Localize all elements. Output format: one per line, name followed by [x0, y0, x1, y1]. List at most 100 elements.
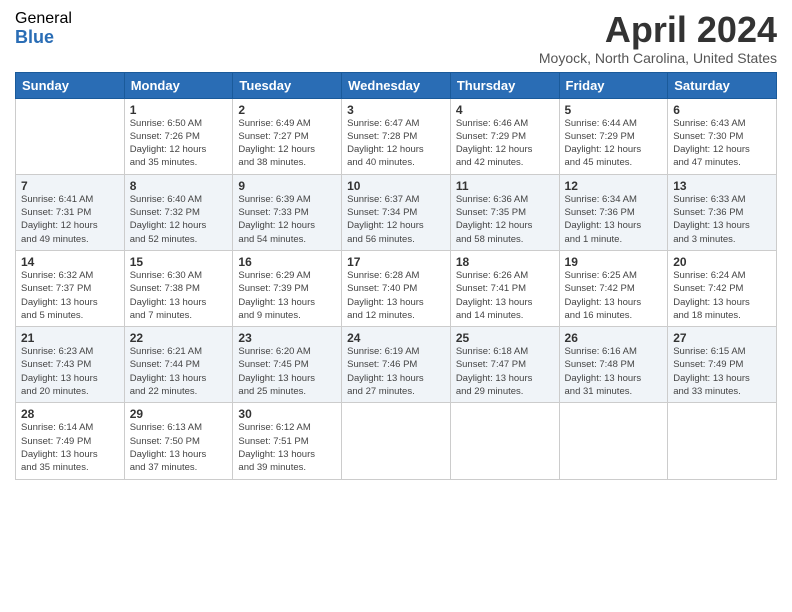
day-number: 25	[456, 331, 554, 345]
calendar-cell: 8Sunrise: 6:40 AM Sunset: 7:32 PM Daylig…	[124, 174, 233, 250]
calendar-cell: 27Sunrise: 6:15 AM Sunset: 7:49 PM Dayli…	[668, 327, 777, 403]
day-info: Sunrise: 6:47 AM Sunset: 7:28 PM Dayligh…	[347, 117, 445, 170]
calendar-cell: 17Sunrise: 6:28 AM Sunset: 7:40 PM Dayli…	[342, 250, 451, 326]
day-number: 5	[565, 103, 663, 117]
day-number: 12	[565, 179, 663, 193]
calendar-cell	[559, 403, 668, 479]
calendar-cell: 12Sunrise: 6:34 AM Sunset: 7:36 PM Dayli…	[559, 174, 668, 250]
day-number: 3	[347, 103, 445, 117]
calendar-cell: 11Sunrise: 6:36 AM Sunset: 7:35 PM Dayli…	[450, 174, 559, 250]
calendar-cell: 26Sunrise: 6:16 AM Sunset: 7:48 PM Dayli…	[559, 327, 668, 403]
day-number: 10	[347, 179, 445, 193]
day-info: Sunrise: 6:26 AM Sunset: 7:41 PM Dayligh…	[456, 269, 554, 322]
calendar-cell: 19Sunrise: 6:25 AM Sunset: 7:42 PM Dayli…	[559, 250, 668, 326]
day-info: Sunrise: 6:19 AM Sunset: 7:46 PM Dayligh…	[347, 345, 445, 398]
day-info: Sunrise: 6:29 AM Sunset: 7:39 PM Dayligh…	[238, 269, 336, 322]
day-number: 2	[238, 103, 336, 117]
calendar-week-3: 14Sunrise: 6:32 AM Sunset: 7:37 PM Dayli…	[16, 250, 777, 326]
day-number: 18	[456, 255, 554, 269]
calendar-cell	[342, 403, 451, 479]
day-number: 28	[21, 407, 119, 421]
day-info: Sunrise: 6:18 AM Sunset: 7:47 PM Dayligh…	[456, 345, 554, 398]
day-info: Sunrise: 6:36 AM Sunset: 7:35 PM Dayligh…	[456, 193, 554, 246]
calendar-cell: 6Sunrise: 6:43 AM Sunset: 7:30 PM Daylig…	[668, 98, 777, 174]
col-monday: Monday	[124, 72, 233, 98]
calendar-cell: 10Sunrise: 6:37 AM Sunset: 7:34 PM Dayli…	[342, 174, 451, 250]
calendar-cell: 25Sunrise: 6:18 AM Sunset: 7:47 PM Dayli…	[450, 327, 559, 403]
calendar-table: Sunday Monday Tuesday Wednesday Thursday…	[15, 72, 777, 480]
day-number: 26	[565, 331, 663, 345]
calendar-cell: 29Sunrise: 6:13 AM Sunset: 7:50 PM Dayli…	[124, 403, 233, 479]
header: General Blue April 2024 Moyock, North Ca…	[15, 10, 777, 66]
calendar-cell: 20Sunrise: 6:24 AM Sunset: 7:42 PM Dayli…	[668, 250, 777, 326]
day-info: Sunrise: 6:49 AM Sunset: 7:27 PM Dayligh…	[238, 117, 336, 170]
calendar-cell	[450, 403, 559, 479]
calendar-week-1: 1Sunrise: 6:50 AM Sunset: 7:26 PM Daylig…	[16, 98, 777, 174]
calendar-cell: 30Sunrise: 6:12 AM Sunset: 7:51 PM Dayli…	[233, 403, 342, 479]
day-number: 14	[21, 255, 119, 269]
calendar-cell: 4Sunrise: 6:46 AM Sunset: 7:29 PM Daylig…	[450, 98, 559, 174]
calendar-cell: 7Sunrise: 6:41 AM Sunset: 7:31 PM Daylig…	[16, 174, 125, 250]
calendar-cell: 2Sunrise: 6:49 AM Sunset: 7:27 PM Daylig…	[233, 98, 342, 174]
day-info: Sunrise: 6:25 AM Sunset: 7:42 PM Dayligh…	[565, 269, 663, 322]
day-info: Sunrise: 6:44 AM Sunset: 7:29 PM Dayligh…	[565, 117, 663, 170]
logo: General Blue	[15, 10, 72, 47]
day-number: 4	[456, 103, 554, 117]
day-number: 19	[565, 255, 663, 269]
day-info: Sunrise: 6:24 AM Sunset: 7:42 PM Dayligh…	[673, 269, 771, 322]
day-number: 15	[130, 255, 228, 269]
day-info: Sunrise: 6:23 AM Sunset: 7:43 PM Dayligh…	[21, 345, 119, 398]
col-tuesday: Tuesday	[233, 72, 342, 98]
calendar-cell: 15Sunrise: 6:30 AM Sunset: 7:38 PM Dayli…	[124, 250, 233, 326]
day-info: Sunrise: 6:16 AM Sunset: 7:48 PM Dayligh…	[565, 345, 663, 398]
day-number: 24	[347, 331, 445, 345]
day-number: 9	[238, 179, 336, 193]
day-number: 7	[21, 179, 119, 193]
calendar-cell: 28Sunrise: 6:14 AM Sunset: 7:49 PM Dayli…	[16, 403, 125, 479]
logo-blue: Blue	[15, 28, 72, 48]
day-info: Sunrise: 6:32 AM Sunset: 7:37 PM Dayligh…	[21, 269, 119, 322]
day-info: Sunrise: 6:12 AM Sunset: 7:51 PM Dayligh…	[238, 421, 336, 474]
day-info: Sunrise: 6:21 AM Sunset: 7:44 PM Dayligh…	[130, 345, 228, 398]
calendar-cell: 3Sunrise: 6:47 AM Sunset: 7:28 PM Daylig…	[342, 98, 451, 174]
day-number: 20	[673, 255, 771, 269]
day-info: Sunrise: 6:37 AM Sunset: 7:34 PM Dayligh…	[347, 193, 445, 246]
day-number: 8	[130, 179, 228, 193]
day-info: Sunrise: 6:43 AM Sunset: 7:30 PM Dayligh…	[673, 117, 771, 170]
day-info: Sunrise: 6:30 AM Sunset: 7:38 PM Dayligh…	[130, 269, 228, 322]
calendar-cell: 13Sunrise: 6:33 AM Sunset: 7:36 PM Dayli…	[668, 174, 777, 250]
col-saturday: Saturday	[668, 72, 777, 98]
day-number: 29	[130, 407, 228, 421]
day-info: Sunrise: 6:28 AM Sunset: 7:40 PM Dayligh…	[347, 269, 445, 322]
day-info: Sunrise: 6:15 AM Sunset: 7:49 PM Dayligh…	[673, 345, 771, 398]
day-info: Sunrise: 6:50 AM Sunset: 7:26 PM Dayligh…	[130, 117, 228, 170]
calendar-week-2: 7Sunrise: 6:41 AM Sunset: 7:31 PM Daylig…	[16, 174, 777, 250]
col-wednesday: Wednesday	[342, 72, 451, 98]
day-number: 13	[673, 179, 771, 193]
day-number: 17	[347, 255, 445, 269]
day-number: 22	[130, 331, 228, 345]
calendar-cell: 5Sunrise: 6:44 AM Sunset: 7:29 PM Daylig…	[559, 98, 668, 174]
location: Moyock, North Carolina, United States	[539, 50, 777, 66]
calendar-cell: 9Sunrise: 6:39 AM Sunset: 7:33 PM Daylig…	[233, 174, 342, 250]
day-info: Sunrise: 6:20 AM Sunset: 7:45 PM Dayligh…	[238, 345, 336, 398]
day-number: 23	[238, 331, 336, 345]
title-area: April 2024 Moyock, North Carolina, Unite…	[539, 10, 777, 66]
calendar-cell: 14Sunrise: 6:32 AM Sunset: 7:37 PM Dayli…	[16, 250, 125, 326]
day-number: 27	[673, 331, 771, 345]
day-number: 21	[21, 331, 119, 345]
header-row: Sunday Monday Tuesday Wednesday Thursday…	[16, 72, 777, 98]
day-number: 11	[456, 179, 554, 193]
page: General Blue April 2024 Moyock, North Ca…	[0, 0, 792, 612]
calendar-cell: 21Sunrise: 6:23 AM Sunset: 7:43 PM Dayli…	[16, 327, 125, 403]
day-number: 16	[238, 255, 336, 269]
calendar-cell: 23Sunrise: 6:20 AM Sunset: 7:45 PM Dayli…	[233, 327, 342, 403]
calendar-cell: 16Sunrise: 6:29 AM Sunset: 7:39 PM Dayli…	[233, 250, 342, 326]
logo-general: General	[15, 10, 72, 28]
day-info: Sunrise: 6:39 AM Sunset: 7:33 PM Dayligh…	[238, 193, 336, 246]
day-info: Sunrise: 6:14 AM Sunset: 7:49 PM Dayligh…	[21, 421, 119, 474]
day-info: Sunrise: 6:41 AM Sunset: 7:31 PM Dayligh…	[21, 193, 119, 246]
calendar-cell: 22Sunrise: 6:21 AM Sunset: 7:44 PM Dayli…	[124, 327, 233, 403]
calendar-week-5: 28Sunrise: 6:14 AM Sunset: 7:49 PM Dayli…	[16, 403, 777, 479]
day-info: Sunrise: 6:46 AM Sunset: 7:29 PM Dayligh…	[456, 117, 554, 170]
